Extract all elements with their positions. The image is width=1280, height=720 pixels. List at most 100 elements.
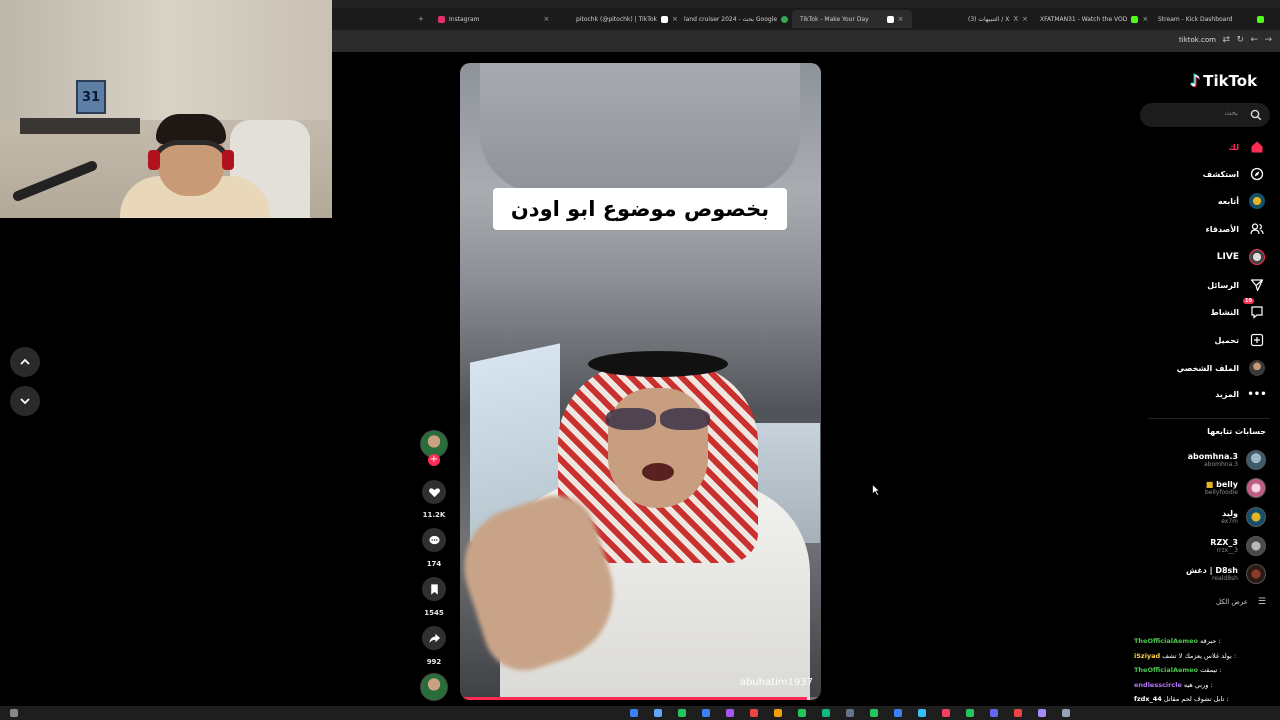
reload-icon[interactable]: ↻ (1236, 35, 1244, 45)
sidebar-item-upload[interactable]: تحميل (1214, 331, 1265, 349)
tab-kick-vod[interactable]: XFATMAN31 - Watch the VOD × (1040, 10, 1148, 28)
video-player[interactable]: بخصوص موضوع ابو اودن abuhatim1937 (460, 63, 821, 700)
followed-account-item[interactable]: ■ belly bellyfoodie (1205, 476, 1266, 500)
chat-username: TheOfficialAemeo (1134, 666, 1199, 674)
video-progress-bar[interactable] (460, 697, 821, 700)
forward-icon[interactable]: → (1264, 35, 1272, 45)
close-icon[interactable]: × (1142, 15, 1148, 23)
followed-account-item[interactable]: RZX_3 rrzx__3 (1210, 534, 1266, 558)
site-settings-icon[interactable]: ⇄ (1222, 35, 1230, 45)
sidebar-item-more[interactable]: المزيد ••• (1215, 385, 1266, 403)
close-icon[interactable]: × (1022, 15, 1028, 23)
taskbar-app-icon[interactable] (750, 709, 758, 717)
search-input[interactable]: بحث (1140, 103, 1270, 127)
new-tab-button[interactable]: + (418, 10, 424, 28)
tab-kick-dashboard[interactable]: Stream - Kick Dashboard (1158, 10, 1264, 28)
share-button[interactable] (422, 626, 446, 650)
taskbar-app-icon[interactable] (774, 709, 782, 717)
taskbar-app-icon[interactable] (822, 709, 830, 717)
video-person-mouth (642, 463, 674, 481)
url-text[interactable]: tiktok.com (1179, 36, 1216, 44)
stream-chat-overlay: TheOfficialAemeo حبرقه : iSziyad بولد غل… (1134, 634, 1280, 707)
chevron-up-icon (20, 358, 30, 365)
account-name: RZX_3 (1210, 538, 1238, 547)
chat-text: حبرقه : (1200, 637, 1221, 645)
taskbar-app-icon[interactable] (1014, 709, 1022, 717)
taskbar-app-icon[interactable] (1062, 709, 1070, 717)
friends-icon (1250, 223, 1264, 235)
tiktok-note-icon: ♪ (1190, 71, 1201, 90)
taskbar-app-icon[interactable] (966, 709, 974, 717)
followed-account-item[interactable]: دغش | D8sh reald8sh (1186, 562, 1266, 586)
taskbar-app-icon[interactable] (846, 709, 854, 717)
taskbar-app-icon[interactable] (702, 709, 710, 717)
taskbar-app-icon[interactable] (918, 709, 926, 717)
taskbar-app-icon[interactable] (1038, 709, 1046, 717)
taskbar-app-icon[interactable] (942, 709, 950, 717)
sidebar-item-friends[interactable]: الأصدقاء (1206, 220, 1265, 238)
webcam-headset (150, 140, 232, 168)
followed-account-item[interactable]: abomhna.3 abomhna.3 (1188, 448, 1266, 472)
follow-plus-icon[interactable]: + (428, 454, 440, 466)
sidebar-item-profile[interactable]: الملف الشخصي (1177, 359, 1265, 377)
close-icon[interactable]: × (672, 15, 678, 23)
account-avatar (1246, 450, 1266, 470)
sidebar-item-label: LIVE (1216, 252, 1239, 262)
start-icon[interactable] (10, 709, 18, 717)
next-video-button[interactable] (10, 386, 40, 416)
taskbar-app-icon[interactable] (798, 709, 806, 717)
tab-label: Instagram (449, 15, 480, 23)
tab-instagram[interactable]: Instagram × (438, 10, 549, 28)
see-all-button[interactable]: عرض الكل ☰ (1216, 597, 1266, 607)
taskbar-app-icon[interactable] (654, 709, 662, 717)
sidebar-item-messages[interactable]: الرسائل (1207, 276, 1265, 294)
followed-account-item[interactable]: وليد ex7m (1221, 505, 1266, 529)
chat-text: وربي هيه : (1183, 680, 1213, 689)
tab-tiktok-active[interactable]: TikTok - Make Your Day × (792, 10, 912, 28)
close-icon[interactable]: × (898, 15, 904, 23)
chat-username: fzdx_44 (1134, 695, 1162, 703)
address-bar[interactable]: tiktok.com ⇄ ↻ ← → (332, 30, 1280, 52)
save-button[interactable] (422, 577, 446, 601)
share-count: 992 (426, 658, 442, 666)
instagram-favicon-icon (438, 15, 445, 23)
send-icon (1250, 279, 1264, 292)
tab-pitochk[interactable]: pitochk (@pitochk) | TikTok × (576, 10, 678, 28)
chat-text: تابل تشوف لحم مقاتل : (1163, 695, 1229, 703)
close-icon[interactable]: × (544, 15, 550, 23)
video-watermark-username: abuhatim1937 (739, 677, 813, 688)
previous-video-button[interactable] (10, 347, 40, 377)
video-person-face (608, 388, 708, 508)
account-name: وليد (1222, 509, 1238, 518)
comment-button[interactable] (422, 528, 446, 552)
taskbar-app-icon[interactable] (870, 709, 878, 717)
sidebar-item-activity[interactable]: النشاط 10 (1211, 298, 1265, 321)
sidebar-item-live[interactable]: LIVE (1217, 248, 1265, 266)
comment-count: 174 (426, 560, 442, 568)
tiktok-logo[interactable]: ♪ TikTok (1190, 71, 1257, 90)
sidebar-item-label: الرسائل (1207, 280, 1239, 290)
sound-disc-avatar[interactable] (420, 673, 448, 701)
chevron-down-icon (20, 398, 30, 405)
logo-text: TikTok (1203, 71, 1258, 90)
activity-badge: 10 (1243, 298, 1254, 304)
video-car-visor (480, 63, 800, 193)
like-button[interactable] (422, 480, 446, 504)
taskbar-app-icon[interactable] (630, 709, 638, 717)
search-icon[interactable] (1250, 109, 1262, 121)
taskbar-app-icon[interactable] (726, 709, 734, 717)
tab-google-search[interactable]: land cruiser 2024 - بحث Google × (684, 10, 798, 28)
account-name: ■ belly (1205, 480, 1238, 489)
chat-message: TheOfficialAemeo حبرقه : (1134, 634, 1280, 649)
taskbar-app-icon[interactable] (894, 709, 902, 717)
chat-username: TheOfficialAemeo (1134, 637, 1199, 645)
sidebar-item-explore[interactable]: استكشف (1203, 165, 1265, 183)
sidebar-item-for-you[interactable]: لك (1229, 138, 1265, 156)
taskbar-app-icon[interactable] (990, 709, 998, 717)
account-handle: rrzx__3 (1216, 547, 1238, 554)
tabstrip-top (332, 0, 1280, 8)
taskbar-app-icon[interactable] (678, 709, 686, 717)
sidebar-item-following[interactable]: أتابعه (1218, 192, 1265, 210)
tab-x-notifications[interactable]: (3) التنبيهات / X X × (968, 10, 1028, 28)
back-icon[interactable]: ← (1250, 35, 1258, 45)
